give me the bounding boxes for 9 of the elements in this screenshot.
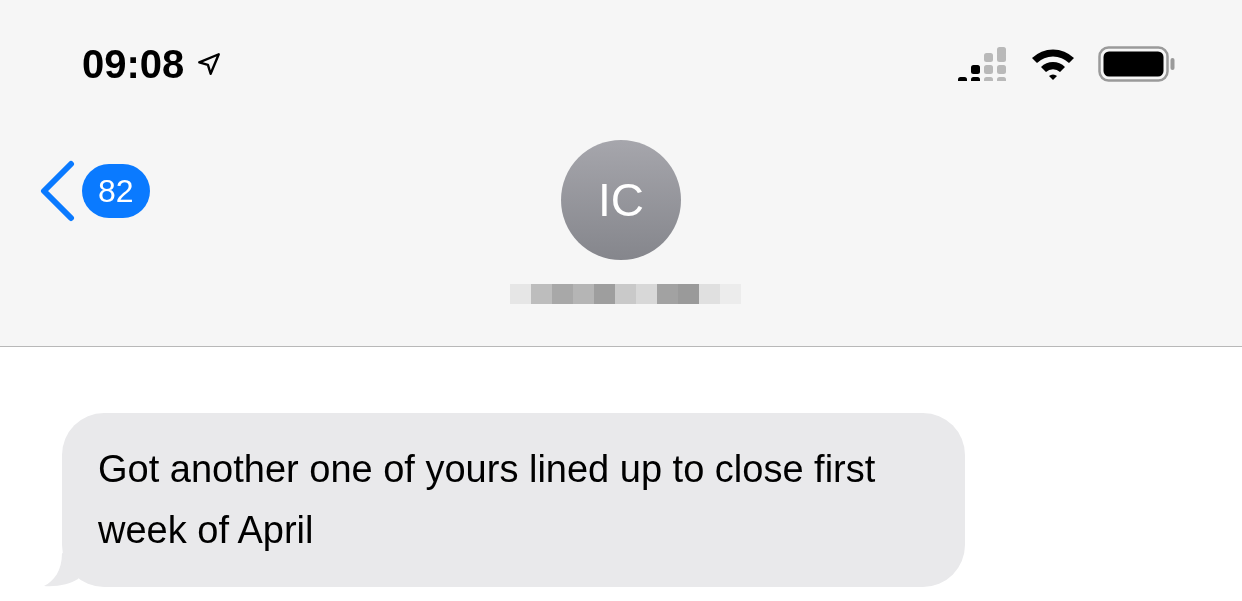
clock-time: 09:08 xyxy=(82,44,185,84)
back-button[interactable]: 82 xyxy=(38,160,150,222)
wifi-icon xyxy=(1030,47,1076,81)
cellular-signal-icon xyxy=(958,47,1008,81)
message-bubble: Got another one of yours lined up to close first week of April xyxy=(62,413,965,587)
chevron-left-icon xyxy=(38,160,76,222)
contact-avatar[interactable]: IC xyxy=(561,140,681,260)
battery-icon xyxy=(1098,46,1176,82)
unread-count-badge: 82 xyxy=(82,164,150,218)
